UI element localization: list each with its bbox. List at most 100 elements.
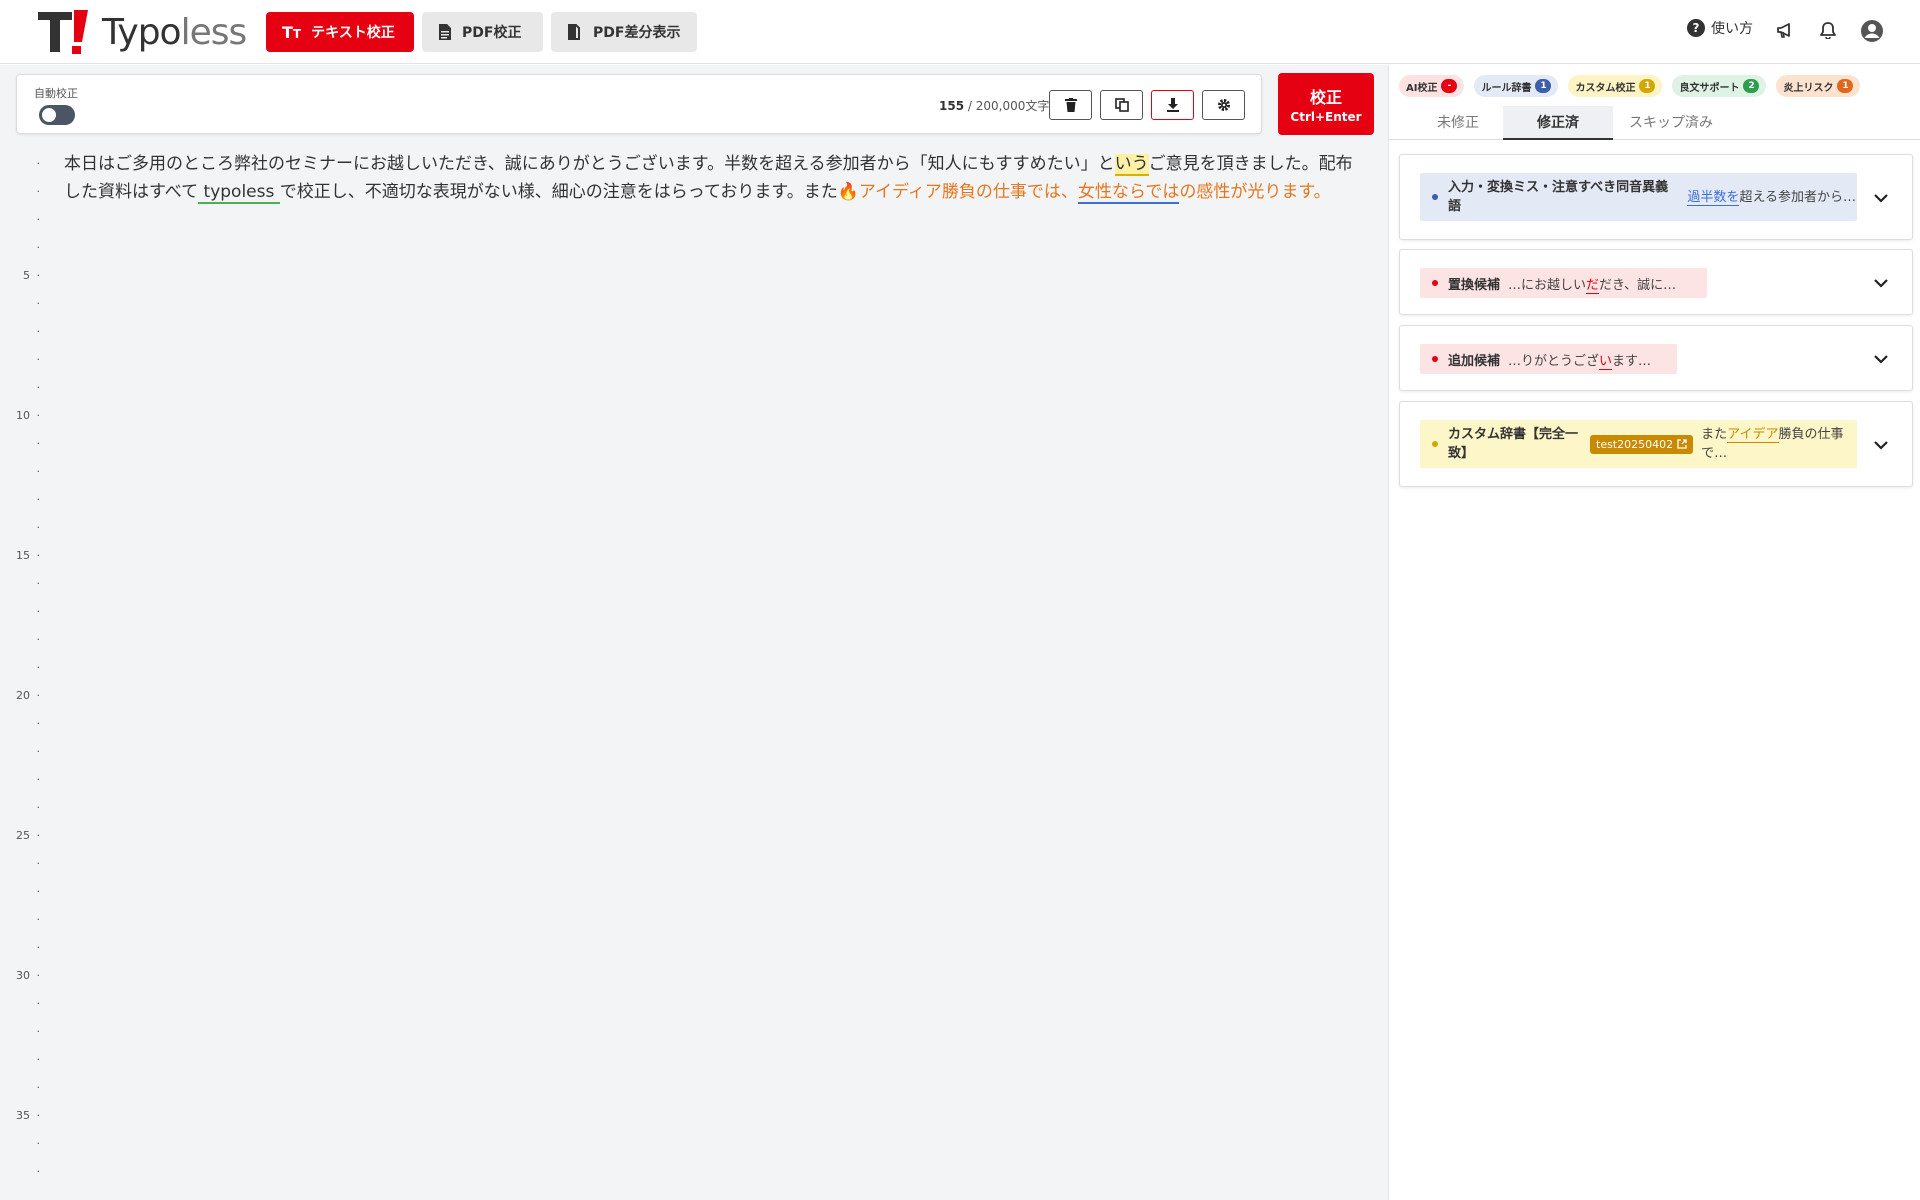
line-dot: ·: [36, 913, 41, 926]
line-dot: ·: [36, 997, 41, 1010]
copy-button[interactable]: [1100, 90, 1143, 120]
line-dot: ·: [36, 1109, 41, 1122]
line-dot: ·: [36, 969, 41, 982]
download-icon: [1166, 98, 1179, 112]
status-dot: [1432, 194, 1438, 200]
line-dot: ·: [36, 493, 41, 506]
auto-proofread-label: 自動校正: [34, 87, 78, 100]
download-button[interactable]: [1151, 90, 1194, 120]
tab-skipped[interactable]: スキップ済み: [1613, 106, 1729, 140]
line-dot: ·: [36, 1025, 41, 1038]
line-dot: ·: [36, 577, 41, 590]
line-dot: ·: [36, 241, 41, 254]
issue-summary: 追加候補 …りがとうございます…: [1420, 344, 1677, 374]
chevron-down-icon[interactable]: [1872, 350, 1890, 368]
issue-summary: 入力・変換ミス・注意すべき同音異義語 過半数を超える参加者から…: [1420, 173, 1857, 221]
issue-summary: 置換候補 …にお越しいだだき、誠に…: [1420, 268, 1707, 298]
line-dot: ·: [36, 633, 41, 646]
line-dot: ·: [36, 801, 41, 814]
category-badges: AI校正 - ルール辞書 1 カスタム校正 1 良文サポート 2 炎上リスク 1: [1399, 75, 1861, 97]
line-number: 20 ·: [0, 682, 44, 710]
badge-rule-dictionary[interactable]: ルール辞書 1: [1474, 75, 1559, 97]
user-avatar[interactable]: [1860, 19, 1884, 43]
line-dot: ·: [36, 1081, 41, 1094]
user-icon: [1861, 20, 1883, 42]
custom-dictionary-tag[interactable]: test20250402: [1590, 434, 1694, 454]
diff-icon: [568, 24, 580, 40]
line-dot: ·: [36, 689, 41, 702]
editor-textarea[interactable]: 本日はご多用のところ弊社のセミナーにお越しいただき、誠にありがとうございます。半…: [64, 150, 1364, 206]
clear-button[interactable]: [1049, 90, 1092, 120]
line-dot: ·: [36, 829, 41, 842]
line-dot: ·: [36, 717, 41, 730]
line-number: 30 ·: [0, 962, 44, 990]
character-count: 155 / 200,000文字: [939, 99, 1050, 113]
results-panel: AI校正 - ルール辞書 1 カスタム校正 1 良文サポート 2 炎上リスク 1 未修正 …: [1388, 65, 1920, 1200]
nav-text-proofread-button[interactable]: TT テキスト校正: [266, 12, 414, 52]
highlight-typoless[interactable]: typoless: [198, 182, 280, 204]
line-number: 35 ·: [0, 1102, 44, 1130]
line-dot: ·: [36, 745, 41, 758]
gear-icon: [1217, 99, 1230, 111]
line-dot: ·: [36, 269, 41, 282]
line-dot: ·: [36, 409, 41, 422]
chevron-down-icon[interactable]: [1872, 189, 1890, 207]
highlight-iu[interactable]: いう: [1114, 154, 1149, 176]
announcement-button[interactable]: [1776, 21, 1794, 39]
line-dot: ·: [36, 157, 41, 170]
settings-button[interactable]: [1202, 90, 1245, 120]
status-dot: [1432, 441, 1438, 447]
line-number: 10 ·: [0, 402, 44, 430]
line-dot: ·: [36, 353, 41, 366]
badge-ai[interactable]: AI校正 -: [1399, 75, 1465, 97]
line-number-gutter: · · · · 5 · · · · · 10 · · · · · 15 · · · · · 20 · · · · · 25 · · · · · 30…: [0, 150, 44, 1186]
line-dot: ·: [36, 521, 41, 534]
nav-pdf-proofread-button[interactable]: PDF校正: [422, 12, 543, 52]
issue-card[interactable]: 入力・変換ミス・注意すべき同音異義語 過半数を超える参加者から…: [1399, 154, 1913, 240]
line-dot: ·: [36, 1165, 41, 1178]
run-proofread-button[interactable]: 校正 Ctrl+Enter: [1278, 73, 1374, 135]
logo[interactable]: Typoless: [36, 8, 247, 56]
external-link-icon: [1677, 439, 1687, 449]
app-header: Typoless TT テキスト校正 PDF校正 PDF差分表示 ? 使い方: [0, 0, 1920, 64]
line-dot: ·: [36, 857, 41, 870]
text-format-icon: TT: [282, 22, 302, 42]
line-dot: ·: [36, 1137, 41, 1150]
line-number: 25 ·: [0, 822, 44, 850]
flame-icon: 🔥: [837, 182, 859, 202]
line-dot: ·: [36, 1053, 41, 1066]
line-dot: ·: [36, 437, 41, 450]
issue-summary: カスタム辞書【完全一致】 test20250402 またアイデア勝負の仕事で…: [1420, 420, 1857, 468]
issue-card[interactable]: 置換候補 …にお越しいだだき、誠に…: [1399, 249, 1913, 315]
badge-good-writing[interactable]: 良文サポート 2: [1672, 75, 1767, 97]
badge-flame-risk[interactable]: 炎上リスク 1: [1776, 75, 1861, 97]
chevron-down-icon[interactable]: [1872, 274, 1890, 292]
copy-icon: [1114, 98, 1129, 112]
status-dot: [1432, 280, 1438, 286]
logo-text: Typoless: [102, 11, 247, 53]
notification-button[interactable]: [1820, 21, 1836, 39]
line-dot: ·: [36, 213, 41, 226]
highlight-josei-naradewa[interactable]: 女性ならでは: [1077, 182, 1180, 204]
bell-icon: [1820, 22, 1836, 39]
nav-pdf-diff-button[interactable]: PDF差分表示: [551, 12, 697, 52]
line-number: 5 ·: [0, 262, 44, 290]
editor-area: [0, 65, 1388, 1200]
tab-fixed[interactable]: 修正済: [1503, 106, 1613, 140]
tab-unfixed[interactable]: 未修正: [1403, 106, 1513, 140]
highlight-idea-phrase[interactable]: アイディア勝負の仕事では、: [859, 182, 1078, 202]
badge-custom[interactable]: カスタム校正 1: [1568, 75, 1663, 97]
line-number: 15 ·: [0, 542, 44, 570]
trash-icon: [1064, 98, 1077, 112]
line-dot: ·: [36, 185, 41, 198]
line-dot: ·: [36, 605, 41, 618]
chevron-down-icon[interactable]: [1872, 436, 1890, 454]
issue-card[interactable]: 追加候補 …りがとうございます…: [1399, 325, 1913, 391]
line-dot: ·: [36, 941, 41, 954]
line-dot: ·: [36, 661, 41, 674]
line-dot: ·: [36, 297, 41, 310]
help-link[interactable]: ? 使い方: [1687, 18, 1753, 38]
auto-proofread-toggle[interactable]: [39, 105, 75, 125]
issue-card[interactable]: カスタム辞書【完全一致】 test20250402 またアイデア勝負の仕事で…: [1399, 401, 1913, 487]
line-dot: ·: [36, 773, 41, 786]
